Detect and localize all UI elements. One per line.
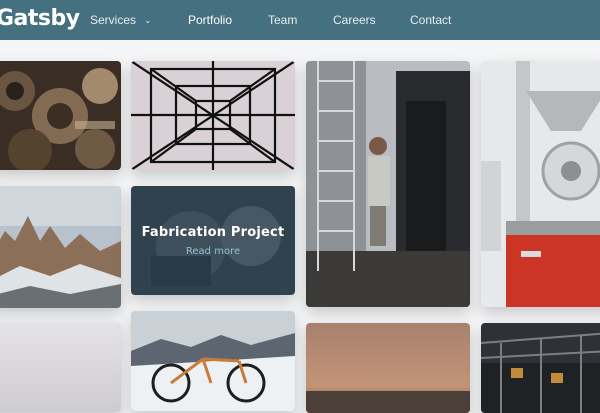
fog-image [0, 322, 121, 412]
portfolio-card-fabrication[interactable]: Fabrication Project Read more [131, 186, 295, 295]
portfolio-grid: Fabrication Project Read more [0, 0, 600, 413]
portfolio-card-mountains[interactable] [0, 186, 121, 308]
portfolio-card-gears[interactable] [0, 61, 121, 170]
roaster-image [481, 61, 600, 307]
tower-image [131, 61, 295, 170]
mountains-image [0, 186, 121, 308]
portfolio-card-roaster[interactable] [481, 61, 600, 307]
worker-image [306, 61, 470, 307]
gears-image [0, 61, 121, 170]
card-title: Fabrication Project [141, 224, 285, 240]
portfolio-card-bicycle[interactable] [131, 311, 295, 411]
portfolio-card-worker[interactable] [306, 61, 470, 307]
portfolio-card-fog[interactable] [0, 322, 121, 412]
bicycle-image [131, 311, 295, 411]
card-hover-overlay: Fabrication Project Read more [131, 186, 295, 295]
read-more-link[interactable]: Read more [186, 246, 240, 257]
portfolio-card-tower[interactable] [131, 61, 295, 170]
